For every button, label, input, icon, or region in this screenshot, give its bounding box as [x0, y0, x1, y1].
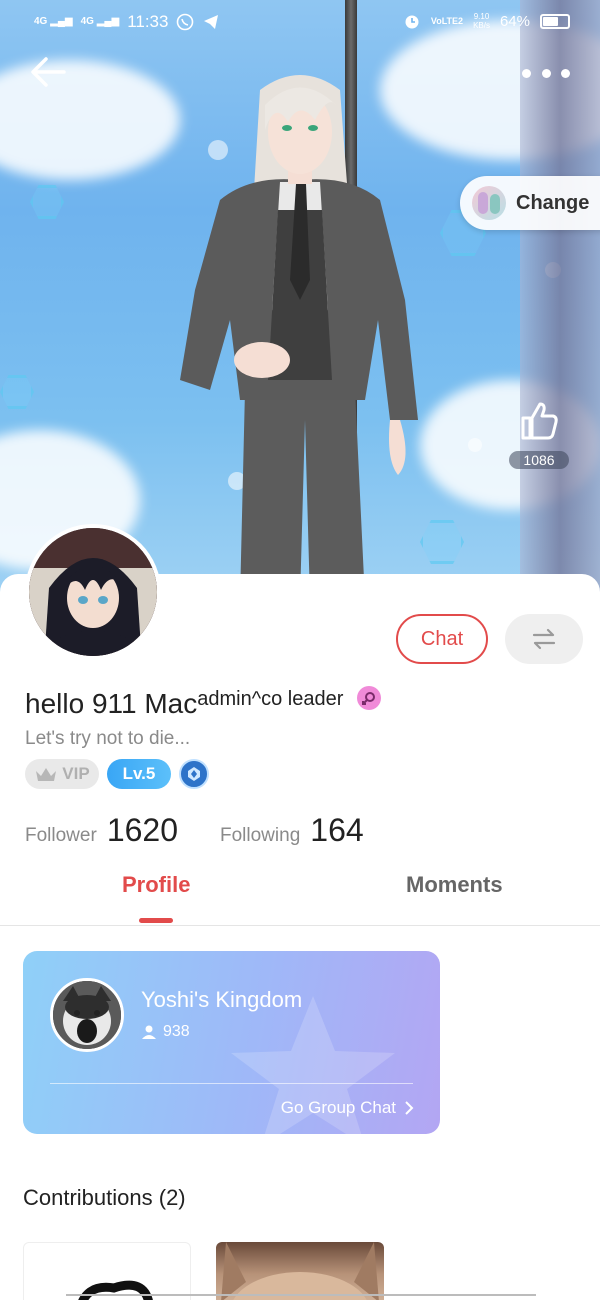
network-type-2: 4G	[80, 16, 94, 27]
user-name-text: hello 911 Mac	[25, 688, 198, 719]
person-icon	[142, 1025, 156, 1039]
more-options-button[interactable]	[522, 64, 570, 82]
badges-row: VIP Lv.5	[25, 759, 209, 789]
vip-badge[interactable]: VIP	[25, 759, 99, 789]
status-bar: 4G ▂▄▆ 4G ▂▄▆ 11:33 VoLTE2 9.10 KB/s 64%	[0, 0, 600, 44]
curtain	[520, 0, 600, 600]
tab-indicator	[139, 918, 173, 923]
crown-icon	[36, 768, 57, 781]
hexagon-decoration	[0, 375, 34, 409]
back-arrow-icon[interactable]	[26, 50, 72, 96]
chat-label: Chat	[420, 627, 464, 650]
alarm-icon	[405, 15, 419, 29]
follow-counts: Follower 1620 Following 164	[25, 812, 364, 849]
telegram-icon	[204, 15, 219, 29]
battery-icon	[540, 13, 570, 29]
contribution-thumbnail[interactable]	[23, 1242, 191, 1300]
scroll-indicator	[66, 1294, 536, 1296]
avatar[interactable]	[25, 524, 161, 660]
following-label[interactable]: Following	[220, 825, 300, 847]
change-label: Change	[516, 191, 590, 214]
avatar-illustration	[29, 528, 157, 656]
group-name: Yoshi's Kingdom	[141, 987, 303, 1012]
switch-button[interactable]	[505, 614, 583, 664]
user-bio: Let's try not to die...	[25, 728, 191, 749]
following-count[interactable]: 164	[310, 812, 363, 849]
avatar-image	[29, 528, 157, 656]
speed-value: 9.10	[473, 12, 490, 21]
chevron-right-icon	[405, 1101, 414, 1115]
bokeh-dot	[468, 438, 482, 452]
level-badge[interactable]: Lv.5	[107, 759, 171, 789]
volte-indicator: VoLTE2	[430, 15, 464, 26]
more-dot-icon	[541, 68, 551, 78]
profile-background	[0, 0, 600, 600]
change-avatar-thumbnail-icon	[472, 186, 506, 220]
user-name: hello 911 Macadmin^co leader	[25, 686, 382, 720]
more-dot-icon	[522, 68, 531, 78]
chat-button[interactable]: Chat	[396, 614, 488, 664]
tab-moments[interactable]: Moments	[406, 872, 503, 898]
go-group-chat-link[interactable]: Go Group Chat	[281, 1098, 414, 1118]
female-gender-icon	[357, 686, 382, 710]
more-dot-icon	[561, 68, 570, 78]
battery-fill	[543, 16, 559, 26]
contributions-heading: Contributions (2)	[23, 1185, 186, 1210]
cat-photo-image	[221, 1242, 379, 1300]
group-avatar	[50, 978, 124, 1052]
group-card[interactable]: Yoshi's Kingdom 938 Go Group Chat	[23, 951, 440, 1134]
whatsapp-icon	[177, 13, 194, 31]
battery-percent: 64%	[499, 12, 530, 30]
level-label: Lv.5	[122, 764, 156, 783]
swap-arrows-icon	[532, 628, 556, 650]
group-card-divider	[50, 1083, 413, 1084]
like-button[interactable]: 1086	[506, 398, 572, 470]
group-members: 938	[141, 1023, 190, 1041]
thumbs-up-icon	[521, 402, 558, 440]
contribution-thumbnail[interactable]	[216, 1242, 384, 1300]
follower-count[interactable]: 1620	[107, 812, 178, 849]
speed-unit: KB/s	[473, 21, 490, 30]
tab-divider	[0, 925, 600, 926]
doodle-image	[78, 1280, 153, 1300]
go-group-chat-label: Go Group Chat	[280, 1098, 396, 1117]
role-shield-icon[interactable]	[179, 759, 209, 789]
tab-profile[interactable]: Profile	[122, 872, 190, 898]
signal-icon: 4G ▂▄▆	[34, 16, 73, 27]
change-background-button[interactable]: Change	[460, 176, 600, 230]
husky-dog-image	[53, 981, 121, 1049]
clock: 11:33	[127, 12, 169, 31]
avatar-character-illustration	[180, 75, 418, 600]
follower-label[interactable]: Follower	[25, 825, 97, 847]
member-count: 938	[163, 1023, 190, 1040]
network-speed: 9.10 KB/s	[473, 12, 490, 30]
signal-icon: 4G ▂▄▆	[80, 16, 120, 27]
hexagon-decoration	[30, 185, 64, 219]
vip-label: VIP	[62, 764, 90, 783]
user-title: admin^co leader	[197, 688, 344, 710]
like-count: 1086	[509, 451, 569, 469]
network-type-1: 4G	[34, 16, 48, 27]
